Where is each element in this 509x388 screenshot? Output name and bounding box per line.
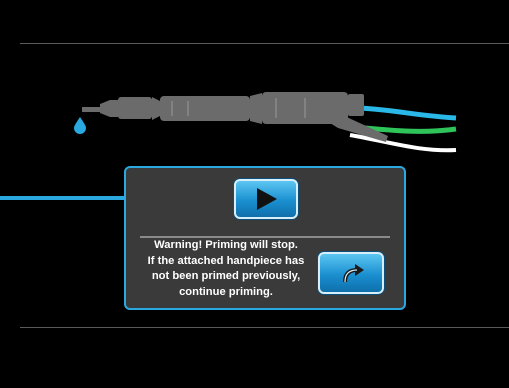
- blue-tube: [359, 105, 457, 121]
- warning-line-4: continue priming.: [179, 285, 273, 298]
- warning-line-2: If the attached handpiece has: [147, 254, 305, 267]
- priming-dialog: Warning! Priming will stop. If the attac…: [124, 166, 406, 310]
- bottom-divider: [20, 327, 509, 328]
- white-tube: [349, 133, 457, 153]
- warning-line-1: Warning! Priming will stop.: [154, 239, 298, 251]
- continue-priming-button[interactable]: [318, 252, 384, 294]
- play-icon: [257, 188, 277, 210]
- curved-arrow-right-icon: [343, 264, 364, 283]
- warning-line-3: not been primed previously,: [151, 270, 301, 282]
- play-button[interactable]: [234, 179, 298, 219]
- warning-message: Warning! Priming will stop. If the attac…: [134, 238, 318, 300]
